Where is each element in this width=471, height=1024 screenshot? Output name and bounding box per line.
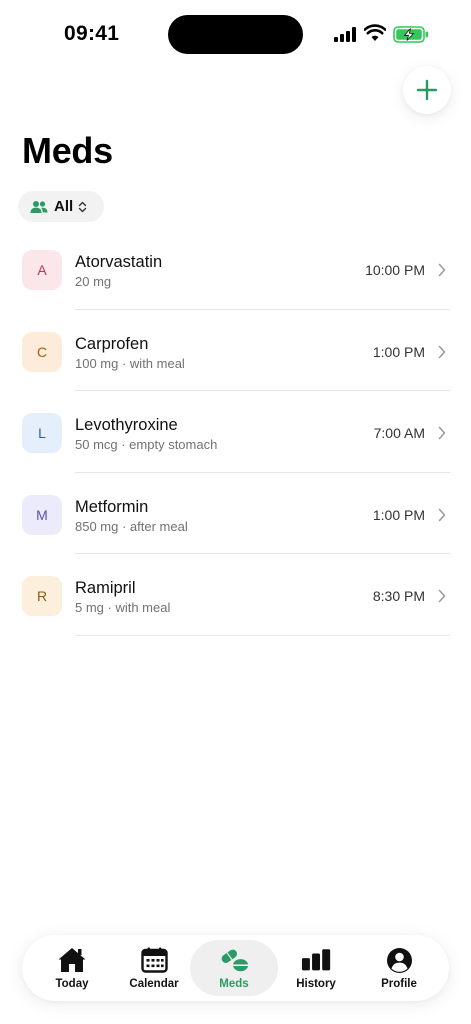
page-title: Meds xyxy=(22,130,113,171)
med-detail: 850 mg · after meal xyxy=(75,518,188,534)
med-time: 1:00 PM xyxy=(372,343,425,360)
med-initial: C xyxy=(36,343,48,360)
status-bar: 09:41 xyxy=(0,0,471,70)
profile-icon xyxy=(386,947,412,973)
tab-label: Profile xyxy=(381,978,417,990)
med-initial: A xyxy=(37,262,47,278)
tab-today[interactable]: Today xyxy=(28,940,116,996)
tab-profile[interactable]: Profile xyxy=(355,940,443,996)
med-initial: M xyxy=(36,506,48,523)
tab-label: Today xyxy=(55,978,89,990)
battery-charging-icon xyxy=(393,26,428,43)
med-row-atorvastatin[interactable]: A Atorvastatin 20 mg 10:00 PM xyxy=(0,228,471,310)
add-med-button[interactable] xyxy=(403,66,451,114)
home-icon xyxy=(58,948,86,972)
plus-icon xyxy=(416,79,438,101)
pills-icon xyxy=(221,949,249,972)
med-row-levothyroxine[interactable]: L Levothyroxine 50 mcg · empty stomach 7… xyxy=(0,391,471,473)
tab-calendar[interactable]: Calendar xyxy=(110,940,198,996)
med-detail: 50 mcg · empty stomach xyxy=(75,437,218,452)
tab-history[interactable]: History xyxy=(272,940,360,996)
tab-label: Calendar xyxy=(129,978,179,990)
med-time: 1:00 PM xyxy=(372,506,425,523)
chevron-right-icon xyxy=(438,345,446,358)
med-row-metformin[interactable]: M Metformin 850 mg · after meal 1:00 PM xyxy=(0,473,471,554)
chevron-right-icon xyxy=(438,426,446,440)
tab-bar: Today Calendar Meds History Profile xyxy=(22,935,449,1001)
row-divider xyxy=(75,634,450,636)
calendar-icon xyxy=(140,947,168,973)
med-time: 7:00 AM xyxy=(373,425,425,441)
dynamic-island xyxy=(168,15,303,54)
med-name: Levothyroxine xyxy=(75,416,178,434)
wifi-icon xyxy=(364,24,386,41)
med-detail: 5 mg · with meal xyxy=(75,600,171,615)
med-name: Metformin xyxy=(75,497,149,516)
med-list: A Atorvastatin 20 mg 10:00 PM C Carprofe… xyxy=(0,228,471,636)
med-name: Ramipril xyxy=(75,579,136,597)
tab-meds[interactable]: Meds xyxy=(190,940,278,996)
med-detail: 20 mg xyxy=(75,274,112,289)
med-time: 10:00 PM xyxy=(365,262,425,278)
cellular-signal-icon xyxy=(334,27,358,42)
med-row-carprofen[interactable]: C Carprofen 100 mg · with meal 1:00 PM xyxy=(0,310,471,391)
people-icon xyxy=(30,200,48,213)
med-initial-avatar: M xyxy=(22,494,62,535)
chevron-right-icon xyxy=(438,263,446,277)
chevron-right-icon xyxy=(438,589,446,603)
tab-label: History xyxy=(296,978,336,990)
filter-label: All xyxy=(54,198,74,215)
tab-label: Meds xyxy=(219,978,249,990)
med-name: Atorvastatin xyxy=(75,253,163,271)
med-detail: 100 mg · with meal xyxy=(75,355,185,371)
med-initial-avatar: C xyxy=(22,331,62,372)
med-initial-avatar: R xyxy=(22,576,62,616)
med-initial-avatar: L xyxy=(22,413,62,453)
bar-chart-icon xyxy=(301,949,331,971)
med-initial-avatar: A xyxy=(22,250,62,290)
chevron-right-icon xyxy=(438,508,446,521)
med-time: 8:30 PM xyxy=(372,588,425,604)
med-row-ramipril[interactable]: R Ramipril 5 mg · with meal 8:30 PM xyxy=(0,554,471,636)
med-name: Carprofen xyxy=(75,334,149,353)
chevron-up-down-icon xyxy=(78,201,87,212)
med-initial: L xyxy=(38,425,46,441)
status-time: 09:41 xyxy=(64,22,120,45)
med-initial: R xyxy=(36,588,48,604)
people-filter-dropdown[interactable]: All xyxy=(18,191,104,222)
